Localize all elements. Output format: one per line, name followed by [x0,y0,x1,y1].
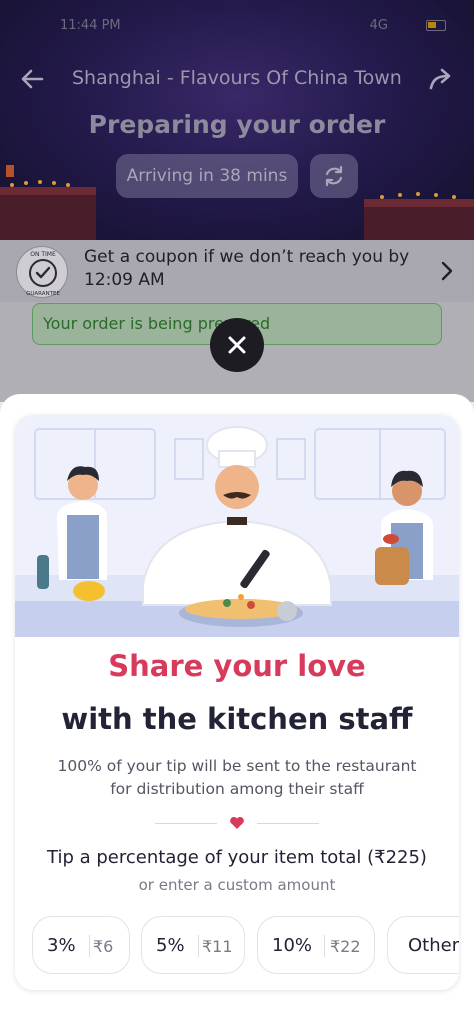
on-time-guarantee-badge: ON TIME GUARANTEE [16,246,68,298]
device-status-bar: 11:44 PM 4G [60,16,446,36]
kitchen-staff-illustration [15,415,459,637]
tip-option-5-percent[interactable]: 5% ₹11 [141,916,245,974]
refresh-button[interactable] [310,154,358,198]
chevron-right-icon [441,261,453,281]
share-icon[interactable] [426,64,456,94]
order-status-title: Preparing your order [88,110,386,139]
on-time-guarantee-row[interactable]: ON TIME GUARANTEE Get a coupon if we don… [0,240,474,302]
tip-percent-label: 3% [47,935,76,956]
tip-description: 100% of your tip will be sent to the res… [57,757,417,798]
tip-heading-line1: Share your love [108,649,366,683]
close-sheet-button[interactable] [210,318,264,372]
coupon-guarantee-text: Get a coupon if we don’t reach you by 12… [84,247,410,290]
heart-icon [230,816,244,829]
tip-options-row: 3% ₹6 5% ₹11 10% ₹22 Other [32,916,459,974]
tip-amount-label: ₹11 [202,937,233,956]
svg-text:ON TIME: ON TIME [30,251,56,258]
festive-lights-right-illustration [364,192,474,240]
tip-card: Share your love with the kitchen staff 1… [15,415,459,990]
close-icon [228,336,246,354]
tip-option-10-percent[interactable]: 10% ₹22 [257,916,375,974]
signal-indicator: 4G [369,18,388,33]
top-nav: Shanghai - Flavours Of China Town [0,60,474,100]
tip-option-3-percent[interactable]: 3% ₹6 [32,916,130,974]
on-time-guarantee-icon: ON TIME GUARANTEE [26,251,60,297]
refresh-icon [325,165,343,187]
svg-text:GUARANTEE: GUARANTEE [26,291,60,297]
tip-amount-label: ₹6 [93,937,114,956]
tip-amount-label: ₹22 [330,937,361,956]
order-tracking-header: 11:44 PM 4G Shanghai - Flavours Of China… [0,0,474,240]
tip-percent-label: 5% [156,935,185,956]
tip-percent-label: 10% [272,935,313,956]
eta-pill: Arriving in 38 mins [116,154,298,198]
festive-lights-left-illustration [0,165,96,240]
tip-other-label: Other [408,935,459,956]
back-arrow-icon[interactable] [18,64,48,94]
restaurant-name: Shanghai - Flavours Of China Town [72,67,402,89]
custom-amount-prompt[interactable]: or enter a custom amount [15,876,459,894]
battery-icon [426,20,446,31]
heart-divider [155,816,319,829]
tip-heading-line2: with the kitchen staff [61,702,413,736]
status-time: 11:44 PM [60,18,121,33]
tip-percentage-prompt: Tip a percentage of your item total (₹22… [47,847,427,868]
tip-option-other[interactable]: Other [387,916,459,974]
